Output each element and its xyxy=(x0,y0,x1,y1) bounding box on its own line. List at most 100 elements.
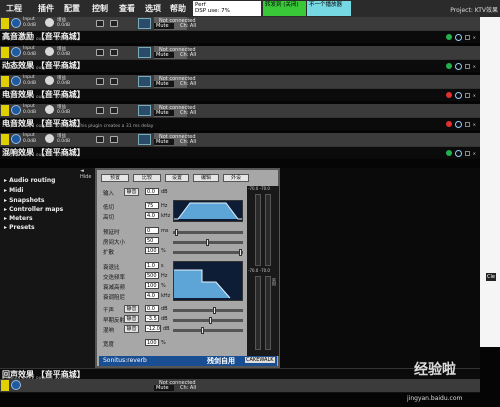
window-icon[interactable] xyxy=(464,150,470,156)
close-icon[interactable]: ✕ xyxy=(473,35,476,40)
input-value[interactable]: 0.0 xyxy=(145,188,159,195)
stop-button[interactable] xyxy=(96,107,104,114)
predelay-value[interactable]: 0 xyxy=(145,227,159,234)
output-gain-knob[interactable] xyxy=(45,47,54,56)
output-gain-knob[interactable] xyxy=(45,18,54,27)
output-gain-knob[interactable] xyxy=(45,134,54,143)
stop-button[interactable] xyxy=(96,20,104,27)
menu-control[interactable]: 控制 xyxy=(92,3,108,14)
damp-value[interactable]: 100 xyxy=(145,282,159,289)
menu-config[interactable]: 配置 xyxy=(64,3,80,14)
hfdamp-value[interactable]: 4.0 xyxy=(145,292,159,299)
input-gain-knob[interactable] xyxy=(11,134,21,144)
plugin-open-button[interactable] xyxy=(138,47,151,58)
settings-button[interactable]: 设置 xyxy=(165,174,189,182)
menu-project[interactable]: 工程 xyxy=(6,3,22,14)
stop-button[interactable] xyxy=(96,136,104,143)
input-gain-knob[interactable] xyxy=(11,47,21,57)
decay-value[interactable]: 1.0 xyxy=(145,262,159,269)
close-icon[interactable]: ✕ xyxy=(473,64,476,69)
mute-button[interactable]: Mute xyxy=(154,23,174,29)
edit-button[interactable]: 编辑 xyxy=(193,174,219,182)
roomsize-slider[interactable] xyxy=(173,239,243,246)
window-icon[interactable] xyxy=(464,34,470,40)
refresh-button[interactable] xyxy=(110,107,118,114)
player-status[interactable]: 不一个播放器 xyxy=(307,1,351,16)
preset-button[interactable]: 预置 xyxy=(101,174,129,182)
input-gain-knob[interactable] xyxy=(11,76,21,86)
close-icon[interactable]: ✕ xyxy=(473,151,476,156)
rack-module[interactable]: Input 0.0dB 增益 0.0dB Not connected Mute Ch: Al… xyxy=(0,75,480,101)
window-icon[interactable] xyxy=(464,92,470,98)
input-gain-knob[interactable] xyxy=(11,105,21,115)
sidebar-item-midi[interactable]: ▸ Midi xyxy=(4,187,24,194)
stop-button[interactable] xyxy=(96,78,104,85)
diffusion-value[interactable]: 100 xyxy=(145,247,159,254)
refresh-button[interactable] xyxy=(110,49,118,56)
input-gain-knob[interactable] xyxy=(11,380,21,390)
refresh-button[interactable] xyxy=(110,136,118,143)
wet-bypass-button[interactable]: 静音 xyxy=(124,325,139,333)
dry-value[interactable]: 0.0 xyxy=(145,305,159,312)
menu-view[interactable]: 查看 xyxy=(119,3,135,14)
menu-help[interactable]: 帮助 xyxy=(170,3,186,14)
plugin-open-button[interactable] xyxy=(138,134,151,145)
window-icon[interactable] xyxy=(464,121,470,127)
plugin-open-button[interactable] xyxy=(138,18,151,29)
compare-button[interactable]: 比较 xyxy=(133,174,161,182)
lowcut-value[interactable]: 75 xyxy=(145,202,159,209)
sidebar-item-presets[interactable]: ▸ Presets xyxy=(4,224,35,231)
mute-button[interactable]: Mute xyxy=(154,110,174,116)
sidebar-item-audio-routing[interactable]: ▸ Audio routing xyxy=(4,177,55,184)
dry-bypass-button[interactable]: 静音 xyxy=(124,305,139,313)
power-icon[interactable] xyxy=(454,120,462,128)
width-value[interactable]: 100 xyxy=(145,339,159,346)
early-value[interactable]: -3.5 xyxy=(145,315,159,322)
output-gain-knob[interactable] xyxy=(45,105,54,114)
input-gain-knob[interactable] xyxy=(11,18,21,28)
output-gain-knob[interactable] xyxy=(45,76,54,85)
crossover-value[interactable]: 500 xyxy=(145,272,159,279)
mute-button[interactable]: Mute xyxy=(154,385,174,391)
power-icon[interactable] xyxy=(454,149,462,157)
rack-echo[interactable]: 回声效果 【音平商城】 2 inputs and 2 outputs avail… xyxy=(0,368,480,393)
rack-module[interactable]: Input 0.0dB 增益 0.0dB Not connected Mute Ch: Al… xyxy=(0,46,480,72)
roomsize-value[interactable]: 50 xyxy=(145,237,159,244)
diffusion-slider[interactable] xyxy=(173,249,243,256)
mute-button[interactable]: Mute xyxy=(154,52,174,58)
early-slider[interactable] xyxy=(173,317,243,324)
output-status[interactable]: 转发到 (关闭) xyxy=(263,1,306,16)
rack-module[interactable]: Input 0.0dB 增益 0.0dB Not connected Mute Ch: Al… xyxy=(0,133,480,159)
hide-button[interactable]: ◄ Hide xyxy=(80,168,95,180)
eq-graph[interactable] xyxy=(173,200,243,222)
sidebar-item-meters[interactable]: ▸ Meters xyxy=(4,215,33,222)
side-panel-label[interactable]: Cle xyxy=(486,273,496,281)
power-icon[interactable] xyxy=(454,62,462,70)
menu-options[interactable]: 选项 xyxy=(145,3,161,14)
highcut-value[interactable]: 4.0 xyxy=(145,212,159,219)
power-icon[interactable] xyxy=(454,33,462,41)
wet-slider[interactable] xyxy=(173,327,243,334)
dry-slider[interactable] xyxy=(173,307,243,314)
mute-button[interactable]: Mute xyxy=(154,139,174,145)
window-icon[interactable] xyxy=(464,63,470,69)
decay-graph[interactable] xyxy=(173,261,243,301)
sidebar-item-snapshots[interactable]: ▸ Snapshots xyxy=(4,197,44,204)
rack-module[interactable]: Input 0.0dB 增益 0.0dB Not connected Mute Ch: Al… xyxy=(0,17,480,43)
input-bypass-button[interactable]: 静音 xyxy=(124,188,139,196)
refresh-button[interactable] xyxy=(110,20,118,27)
power-icon[interactable] xyxy=(454,91,462,99)
sidebar-item-controller-maps[interactable]: ▸ Controller maps xyxy=(4,206,63,213)
refresh-button[interactable] xyxy=(110,78,118,85)
plugin-open-button[interactable] xyxy=(138,76,151,87)
external-button[interactable]: 外设 xyxy=(223,174,249,182)
rack-module[interactable]: Input 0.0dB 增益 0.0dB Not connected Mute Ch: Al… xyxy=(0,104,480,130)
menu-plugins[interactable]: 插件 xyxy=(38,3,54,14)
predelay-slider[interactable] xyxy=(173,229,243,236)
plugin-open-button[interactable] xyxy=(138,105,151,116)
early-bypass-button[interactable]: 静音 xyxy=(124,315,139,323)
mute-button[interactable]: Mute xyxy=(154,81,174,87)
close-icon[interactable]: ✕ xyxy=(473,122,476,127)
wet-value[interactable]: -12.0 xyxy=(145,325,161,332)
close-icon[interactable]: ✕ xyxy=(473,93,476,98)
